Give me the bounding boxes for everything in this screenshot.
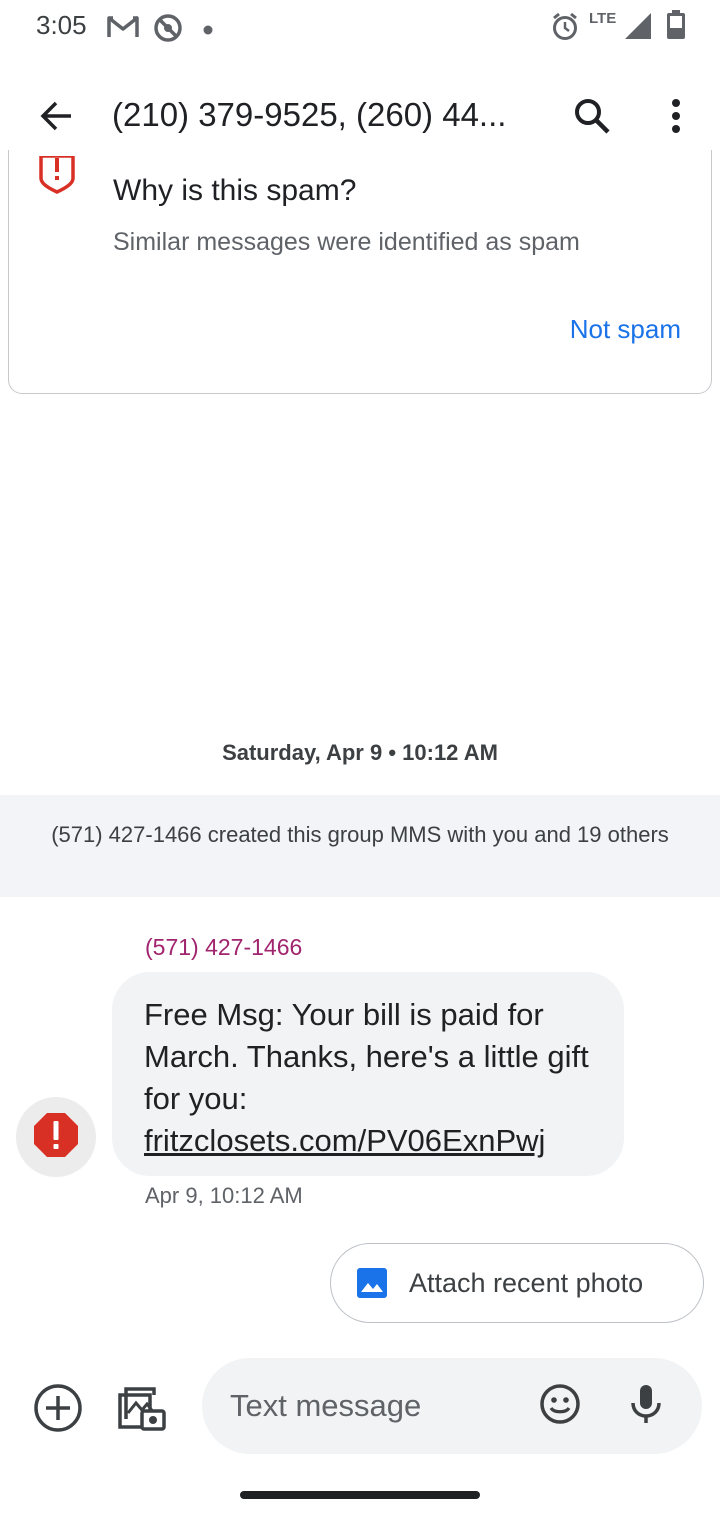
back-arrow-icon: [38, 98, 74, 139]
not-spam-button[interactable]: Not spam: [570, 314, 681, 345]
do-not-disturb-icon: [152, 12, 184, 49]
spam-warning-icon: [37, 154, 77, 201]
app-bar: (210) 379-9525, (260) 44...: [0, 76, 720, 160]
message-sender: (571) 427-1466: [145, 934, 303, 960]
spam-card: Why is this spam? Similar messages were …: [8, 150, 712, 394]
status-time: 3:05: [36, 10, 87, 40]
gallery-button[interactable]: [112, 1380, 172, 1440]
conversation-title: (210) 379-9525, (260) 44...: [112, 96, 507, 133]
spam-heading: Why is this spam?: [113, 174, 357, 207]
text-message-input[interactable]: [230, 1382, 520, 1430]
more-vert-icon: [670, 98, 682, 139]
date-divider: Saturday, Apr 9 • 10:12 AM: [222, 740, 498, 765]
voice-input-button[interactable]: [620, 1380, 672, 1432]
back-button[interactable]: [24, 88, 88, 148]
message-bubble[interactable]: Free Msg: Your bill is paid for March. T…: [112, 972, 624, 1176]
spam-description: Similar messages were identified as spam: [113, 228, 580, 256]
emoji-icon: [539, 1383, 581, 1430]
alarm-icon: [551, 12, 579, 47]
notification-dot-icon: [203, 22, 213, 40]
add-attachment-button[interactable]: [30, 1382, 86, 1438]
image-icon: [357, 1268, 387, 1303]
gmail-icon: [106, 12, 140, 47]
attach-recent-photo-label: Attach recent photo: [409, 1268, 644, 1298]
signal-icon: [624, 12, 652, 45]
message-timestamp: Apr 9, 10:12 AM: [145, 1183, 303, 1208]
emoji-button[interactable]: [534, 1380, 586, 1432]
group-created-notice: (571) 427-1466 created this group MMS wi…: [0, 795, 720, 897]
status-bar: 3:05 LTE: [0, 0, 720, 56]
search-button[interactable]: [562, 88, 622, 148]
gallery-icon: [116, 1383, 168, 1438]
message-text: Free Msg: Your bill is paid for March. T…: [144, 997, 589, 1116]
network-type-label: LTE: [589, 10, 617, 27]
compose-box: [202, 1358, 702, 1454]
sender-avatar[interactable]: [16, 1097, 96, 1177]
attach-recent-photo-chip[interactable]: Attach recent photo: [330, 1243, 704, 1323]
home-indicator[interactable]: [240, 1491, 480, 1499]
more-options-button[interactable]: [646, 88, 706, 148]
mic-icon: [629, 1383, 663, 1430]
spam-alert-icon: [33, 1112, 79, 1163]
search-icon: [573, 97, 611, 140]
message-link[interactable]: fritzclosets.com/PV06ExnPwj: [144, 1123, 545, 1158]
add-circle-icon: [33, 1383, 83, 1438]
battery-icon: [666, 10, 686, 45]
